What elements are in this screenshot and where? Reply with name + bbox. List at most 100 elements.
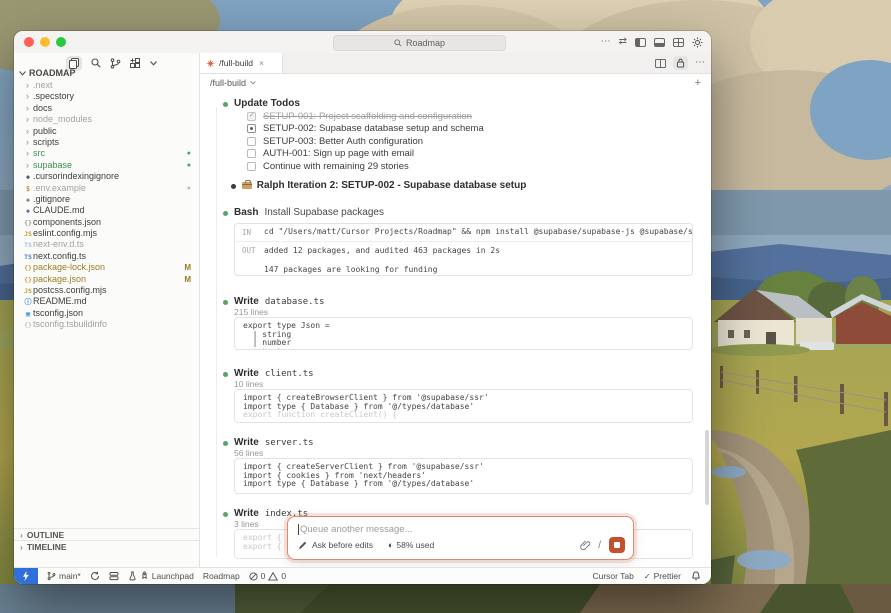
tree-item-label: docs [33, 103, 52, 113]
minimize-traffic-light[interactable] [40, 37, 50, 47]
tree-item-.gitignore[interactable]: ◆.gitignore [14, 194, 199, 205]
tree-item-label: package.json [33, 274, 86, 284]
tree-item-label: README.md [33, 296, 87, 306]
mode-selector[interactable]: Ask before edits [312, 540, 373, 550]
lock-icon[interactable] [673, 56, 688, 70]
tree-item-scripts[interactable]: ›scripts [14, 137, 199, 148]
stop-square-icon [614, 542, 620, 548]
tree-item-label: eslint.config.mjs [33, 228, 97, 238]
tree-item-label: tsconfig.json [33, 308, 83, 318]
tree-item-label: supabase [33, 160, 72, 170]
scrollbar-thumb[interactable] [705, 430, 709, 505]
app-window: Roadmap ⋯ ⇄ [14, 31, 711, 584]
status-dot [223, 372, 228, 377]
branch-name: main* [59, 571, 81, 581]
lines-count: 3 lines [234, 519, 259, 529]
braces-muted-icon: {} [23, 320, 33, 331]
tab-bar: /full-build × ⋯ [200, 53, 711, 74]
launchpad-item[interactable]: Launchpad [128, 571, 194, 581]
gear-icon[interactable] [692, 37, 703, 48]
tab-more-icon[interactable]: ⋯ [695, 58, 705, 68]
tree-item-.next[interactable]: ›.next [14, 80, 199, 91]
more-icon[interactable]: ⋯ [601, 37, 611, 47]
write-header-client: Writeclient.ts [234, 368, 314, 379]
sync-status[interactable] [90, 571, 100, 581]
tree-root-label: ROADMAP [29, 68, 76, 78]
slash-command-icon[interactable]: / [598, 540, 601, 551]
usage-meter[interactable]: ◐ 58% used [388, 540, 434, 550]
tab-full-build[interactable]: /full-build × [200, 53, 283, 73]
tree-item-public[interactable]: ›public [14, 126, 199, 137]
checkbox-empty-icon [247, 149, 256, 158]
cursor-tab-toggle[interactable]: Cursor Tab [592, 571, 633, 581]
chevron-right-icon: › [26, 103, 33, 114]
formatter-status[interactable]: ✓ Prettier [644, 571, 681, 581]
error-circle-icon [249, 572, 258, 581]
close-traffic-light[interactable] [24, 37, 34, 47]
tree-item-package-lock.json[interactable]: {}package-lock.jsonM [14, 262, 199, 273]
queue-input[interactable]: Queue another message... [298, 524, 623, 535]
remote-indicator[interactable] [14, 568, 38, 584]
chevron-right-icon: › [26, 80, 33, 91]
tree-item-label: CLAUDE.md [33, 205, 85, 215]
git-branch-icon[interactable] [110, 58, 121, 69]
layout-grid-icon[interactable] [673, 38, 684, 47]
tree-item-tsconfig.tsbuildinfo[interactable]: {}tsconfig.tsbuildinfo [14, 319, 199, 330]
bash-command: cd "/Users/matt/Cursor Projects/Roadmap"… [264, 228, 693, 237]
sync-icon [90, 571, 100, 581]
tree-item-.specstory[interactable]: ›.specstory [14, 91, 199, 102]
tree-item-package.json[interactable]: {}package.jsonM [14, 274, 199, 285]
panel-left-icon[interactable] [635, 38, 646, 47]
tree-item-next.config.ts[interactable]: TSnext.config.ts [14, 251, 199, 262]
swap-arrows-icon[interactable]: ⇄ [619, 37, 627, 47]
tree-item-label: src [33, 148, 45, 158]
tree-item-components.json[interactable]: {}components.json [14, 217, 199, 228]
breadcrumb: /full-build + [200, 73, 711, 94]
tree-item-.cursorindexingignore[interactable]: ◆.cursorindexingignore [14, 171, 199, 182]
status-dot [223, 512, 228, 517]
timeline-panel-header[interactable]: › TIMELINE [14, 540, 199, 553]
tree-root[interactable]: ROADMAP [19, 68, 76, 78]
tree-item-README.md[interactable]: ⓘREADME.md [14, 296, 199, 307]
new-chat-plus-icon[interactable]: + [695, 77, 701, 89]
tab-close-icon[interactable]: × [259, 58, 264, 68]
chevron-right-icon: › [26, 114, 33, 125]
tree-item-label: .cursorindexingignore [33, 171, 119, 181]
problems-status[interactable]: 0 0 [249, 571, 286, 581]
split-editor-icon[interactable] [655, 59, 666, 68]
command-center-search[interactable]: Roadmap [333, 35, 506, 51]
tree-item-label: .gitignore [33, 194, 70, 204]
extensions-icon[interactable] [130, 58, 141, 69]
code-card-client: import { createBrowserClient } from '@su… [234, 389, 693, 423]
tree-item-eslint.config.mjs[interactable]: JSeslint.config.mjs [14, 228, 199, 239]
tree-item-.env.example[interactable]: $.env.example● [14, 183, 199, 194]
bullet-dot [231, 184, 236, 189]
git-branch-status[interactable]: main* [47, 571, 81, 581]
breadcrumb-label[interactable]: /full-build [210, 78, 246, 88]
maximize-traffic-light[interactable] [56, 37, 66, 47]
project-status[interactable]: Roadmap [203, 571, 240, 581]
write-header-database: Writedatabase.ts [234, 296, 324, 307]
panel-bottom-icon[interactable] [654, 38, 665, 47]
chevron-right-icon: › [26, 126, 33, 137]
tree-item-tsconfig.json[interactable]: ▣tsconfig.json [14, 308, 199, 319]
tree-item-label: package-lock.json [33, 262, 105, 272]
git-dot-badge: ● [187, 160, 191, 171]
bolt-icon [21, 570, 31, 582]
timeline-label: TIMELINE [27, 542, 67, 552]
chevron-down-icon[interactable] [150, 61, 157, 66]
tree-item-docs[interactable]: ›docs [14, 103, 199, 114]
bash-header: BashInstall Supabase packages [234, 207, 384, 218]
search-sidebar-icon[interactable] [91, 58, 101, 68]
stop-button[interactable] [609, 537, 625, 553]
tree-item-node_modules[interactable]: ›node_modules [14, 114, 199, 125]
tree-item-src[interactable]: ›src● [14, 148, 199, 159]
tree-item-supabase[interactable]: ›supabase● [14, 160, 199, 171]
tree-item-postcss.config.mjs[interactable]: JSpostcss.config.mjs [14, 285, 199, 296]
lines-count: 215 lines [234, 307, 268, 317]
tree-item-CLAUDE.md[interactable]: ◆CLAUDE.md [14, 205, 199, 216]
bell-icon[interactable] [691, 571, 701, 581]
paperclip-icon[interactable] [580, 540, 590, 551]
tree-item-next-env.d.ts[interactable]: TSnext-env.d.ts [14, 239, 199, 250]
layers-status[interactable] [109, 571, 119, 581]
